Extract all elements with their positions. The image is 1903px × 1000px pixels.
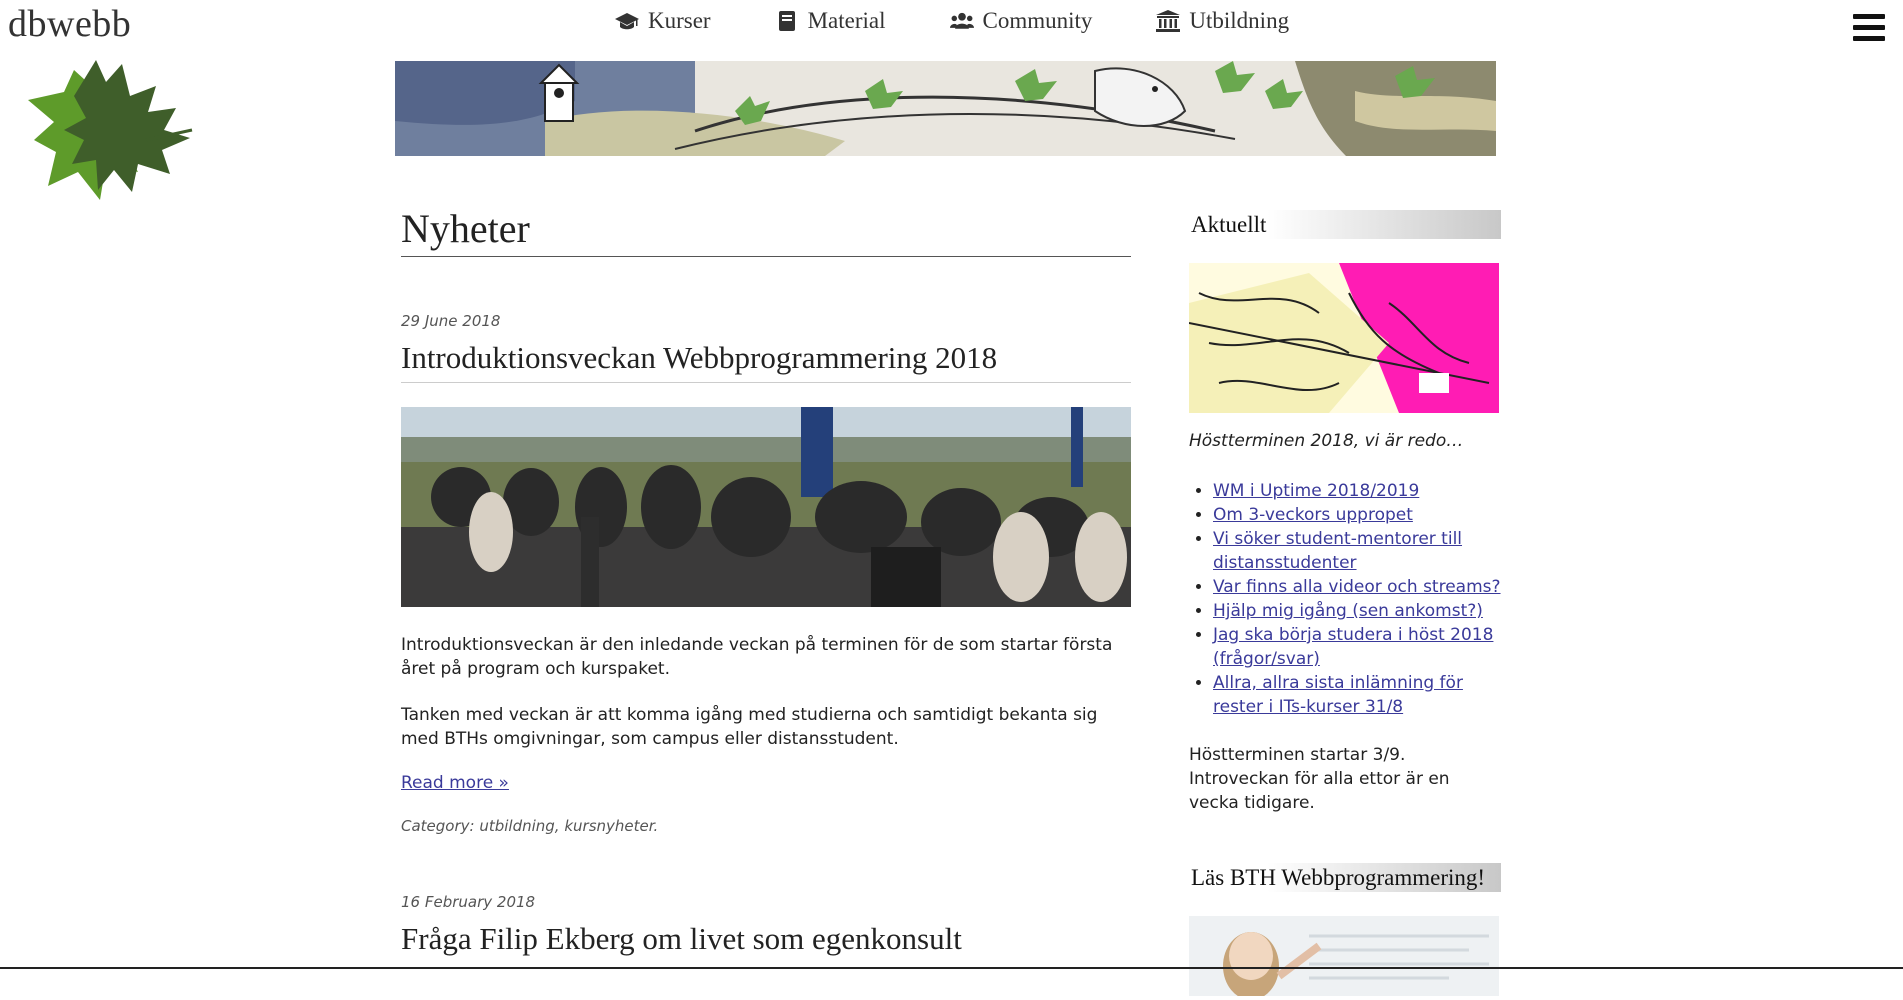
sidebar-link[interactable]: Vi söker student-mentorer till distansst… bbox=[1213, 529, 1462, 573]
list-item: Vi söker student-mentorer till distansst… bbox=[1213, 527, 1501, 575]
nav-utbildning[interactable]: Utbildning bbox=[1156, 8, 1289, 34]
post-paragraph: Introduktionsveckan är den inledande vec… bbox=[401, 635, 1113, 679]
sidebar-link[interactable]: Var finns alla videor och streams? bbox=[1213, 577, 1501, 597]
sidebar-text: Höstterminen startar 3/9. Introveckan fö… bbox=[1189, 745, 1450, 813]
top-navigation: Kurser Material Community Utbildning bbox=[615, 8, 1289, 34]
post-date: 16 February 2018 bbox=[401, 893, 536, 911]
sidebar-image bbox=[1188, 263, 1499, 413]
site-logo[interactable]: dbwebb bbox=[8, 2, 131, 46]
nav-label: Material bbox=[807, 8, 886, 33]
university-icon bbox=[1156, 10, 1181, 32]
hamburger-icon[interactable] bbox=[1853, 14, 1885, 44]
nav-label: Community bbox=[982, 8, 1093, 33]
header-banner-image bbox=[395, 61, 1496, 156]
list-item: Allra, allra sista inlämning för rester … bbox=[1213, 671, 1501, 719]
post-date: 29 June 2018 bbox=[401, 312, 501, 330]
leaf-logo-icon bbox=[28, 60, 193, 200]
list-item: Hjälp mig igång (sen ankomst?) bbox=[1213, 599, 1501, 623]
list-item: WM i Uptime 2018/2019 bbox=[1213, 479, 1501, 503]
news-main: Nyheter 29 June 2018 Introduktionsveckan… bbox=[401, 205, 1131, 963]
sidebar-link[interactable]: WM i Uptime 2018/2019 bbox=[1213, 481, 1419, 501]
sidebar-heading: Aktuellt bbox=[1189, 210, 1501, 239]
list-item: Om 3-veckors uppropet bbox=[1213, 503, 1501, 527]
book-icon bbox=[778, 11, 795, 31]
sidebar-image-2 bbox=[1189, 916, 1499, 1000]
sidebar-link[interactable]: Om 3-veckors uppropet bbox=[1213, 505, 1413, 525]
nav-kurser[interactable]: Kurser bbox=[615, 8, 711, 34]
post-title[interactable]: Introduktionsveckan Webbprogrammering 20… bbox=[401, 340, 1131, 383]
sidebar-link[interactable]: Jag ska börja studera i höst 2018 (frågo… bbox=[1213, 625, 1493, 669]
page-title: Nyheter bbox=[401, 205, 1131, 257]
nav-community[interactable]: Community bbox=[949, 8, 1093, 34]
sidebar-caption: Höstterminen 2018, vi är redo… bbox=[1189, 431, 1464, 451]
graduation-cap-icon bbox=[615, 13, 639, 30]
list-item: Var finns alla videor och streams? bbox=[1213, 575, 1501, 599]
sidebar-link[interactable]: Allra, allra sista inlämning för rester … bbox=[1213, 673, 1463, 717]
post-photo bbox=[401, 407, 1131, 607]
post-category: Category: utbildning, kursnyheter. bbox=[401, 817, 659, 835]
nav-label: Utbildning bbox=[1189, 8, 1290, 33]
nav-label: Kurser bbox=[648, 8, 711, 33]
post-paragraph: Tanken med veckan är att komma igång med… bbox=[401, 705, 1098, 749]
sidebar-links: WM i Uptime 2018/2019 Om 3-veckors uppro… bbox=[1189, 479, 1501, 719]
users-icon bbox=[949, 12, 974, 29]
read-more-link[interactable]: Read more » bbox=[401, 773, 509, 793]
list-item: Jag ska börja studera i höst 2018 (frågo… bbox=[1213, 623, 1501, 671]
sidebar-heading-2: Läs BTH Webbprogrammering! bbox=[1189, 863, 1501, 892]
post-title[interactable]: Fråga Filip Ekberg om livet som egenkons… bbox=[401, 921, 1131, 963]
sidebar-link[interactable]: Hjälp mig igång (sen ankomst?) bbox=[1213, 601, 1483, 621]
sidebar: Aktuellt Höstterminen 2018, vi är redo… … bbox=[1188, 210, 1501, 1000]
nav-material[interactable]: Material bbox=[775, 8, 886, 34]
